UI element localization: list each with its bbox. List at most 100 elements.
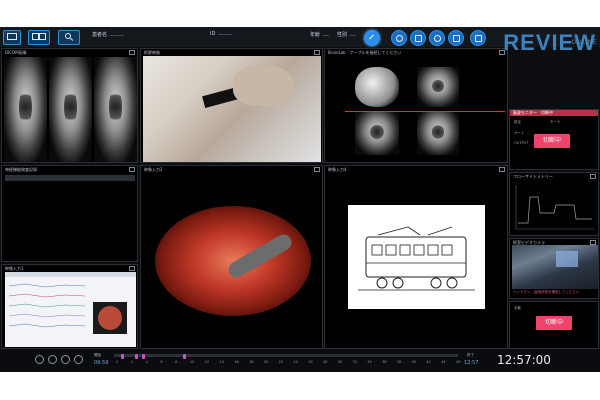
- waveform-graph: [5, 272, 136, 334]
- endoscope-panel[interactable]: 映像入力2: [140, 165, 323, 349]
- maximize-icon[interactable]: [314, 50, 320, 55]
- operation-field-video: [143, 56, 321, 162]
- schematic-image: [348, 205, 485, 309]
- rewind-icon[interactable]: [48, 355, 57, 364]
- settings-button[interactable]: [429, 30, 445, 46]
- timeline-tick-label: 6: [160, 360, 163, 364]
- info-button[interactable]: [448, 30, 464, 46]
- monitor-icon[interactable]: [3, 30, 21, 45]
- camera-note: ヘッドホン 接続状態を確認してください: [513, 290, 580, 294]
- panel-title: 脳波モニター 切断中: [513, 110, 553, 115]
- panel-title: DICOM画像: [5, 50, 27, 55]
- maximize-icon[interactable]: [129, 167, 135, 172]
- maximize-icon[interactable]: [129, 50, 135, 55]
- timeline-tick-label: 18: [249, 360, 254, 364]
- timeline-tick-label: 44: [441, 360, 446, 364]
- timeline-tick-label: 20: [263, 360, 269, 364]
- maximize-icon[interactable]: [129, 266, 135, 271]
- end-time: 12:57: [464, 360, 479, 366]
- timeline-tick-label: 12: [204, 360, 210, 364]
- field-label: 設定: [514, 120, 521, 124]
- current-time-clock: 12:57:00: [497, 353, 551, 367]
- timeline-tick-label: 34: [367, 360, 372, 364]
- train-drawing: [358, 226, 475, 291]
- monitor-panel[interactable]: 映像入力1: [1, 264, 138, 349]
- pen-tool-button[interactable]: [364, 30, 380, 46]
- surgical-instrument: [225, 231, 295, 281]
- add-marker-icon[interactable]: [74, 355, 83, 364]
- trend-graph: [515, 185, 594, 230]
- timeline-tick-label: 16: [234, 360, 239, 364]
- room-camera-panel[interactable]: 術室ビデオカメラ ヘッドホン 接続状態を確認してください: [509, 238, 599, 299]
- disconnected-button-2[interactable]: 切断中: [536, 316, 572, 330]
- log-header-bar: [5, 175, 135, 181]
- operation-field-panel[interactable]: 術野映像: [140, 48, 323, 163]
- timeline-tick-label: 10: [189, 360, 195, 364]
- brainlab-panel[interactable]: BrainLab ケーブルを接続してください: [324, 48, 508, 163]
- age-field[interactable]: 年齢: [310, 31, 330, 38]
- playback-bar: 開始 09:59 0 2 4 6 8 10 12 14 16 18 20 22 24 26 28 30 32 34…: [0, 350, 600, 372]
- user-search-icon[interactable]: [58, 30, 80, 45]
- timeline-marker[interactable]: [182, 354, 186, 359]
- panel-title: BrainLab ケーブルを接続してください: [328, 50, 402, 55]
- field-label: OUTPUT: [514, 141, 529, 145]
- end-label: 終了: [467, 353, 474, 357]
- mri-sagittal-image: [94, 57, 137, 162]
- layout-icon[interactable]: [28, 30, 50, 45]
- brainlab-slice-1: [417, 67, 459, 107]
- id-field[interactable]: ID: [210, 31, 233, 37]
- timeline-marker[interactable]: [141, 354, 145, 359]
- timeline-tick-label: 2: [130, 360, 134, 364]
- timeline-marker[interactable]: [120, 354, 124, 359]
- pulse-panel[interactable]: 手動 切断中: [509, 301, 599, 349]
- start-label: 開始: [94, 353, 101, 357]
- timeline-marker[interactable]: [134, 354, 138, 359]
- timeline-tick-label: 40: [411, 360, 417, 364]
- timeline-tick-label: 42: [426, 360, 431, 364]
- trend-panel[interactable]: フローサイトメトリー: [509, 172, 599, 236]
- mri-coronal-image: [49, 57, 92, 162]
- surgery-review-app: 患者名 ID 年齢 性別 ONLINE DICOM画像 術野映像 BrainLa…: [0, 27, 600, 372]
- timeline-tick-label: 4: [145, 360, 148, 364]
- panel-title: 映像入力4: [328, 167, 347, 172]
- crosshair-line: [345, 111, 505, 112]
- review-label: REVIEW: [503, 30, 596, 55]
- timeline-track[interactable]: [114, 354, 458, 359]
- monitor-shape: [556, 251, 578, 267]
- timeline-tick-label: 14: [219, 360, 224, 364]
- panel-title: フローサイトメトリー: [513, 174, 553, 179]
- brainlab-slice-3: [417, 111, 459, 155]
- disconnected-button[interactable]: 切断中: [534, 134, 570, 148]
- brainlab-slice-2: [355, 111, 399, 155]
- sex-field[interactable]: 性別: [337, 31, 357, 38]
- timeline-tick-label: 8: [175, 360, 178, 364]
- mri-axial-image: [4, 57, 47, 162]
- endoscope-video: [155, 206, 311, 316]
- patient-name-field[interactable]: 患者名: [92, 31, 125, 38]
- export-button[interactable]: [470, 30, 486, 46]
- timeline-tick-label: 26: [308, 360, 313, 364]
- maximize-icon[interactable]: [590, 174, 596, 179]
- schematic-panel[interactable]: 映像入力4: [324, 165, 508, 349]
- panel-title: 映像入力2: [144, 167, 163, 172]
- timeline-tick-label: 28: [322, 360, 328, 364]
- maximize-icon[interactable]: [314, 167, 320, 172]
- hand-shape: [233, 66, 293, 106]
- status-panel[interactable]: 脳波モニター 切断中 設定 モード オート OUTPUT 切断中: [509, 109, 599, 170]
- panel-title: 神経機能検査記録: [5, 167, 37, 172]
- timeline-tick-label: 24: [293, 360, 298, 364]
- timeline-tick-label: 22: [278, 360, 284, 364]
- timeline-tick-label: 32: [352, 360, 357, 364]
- field-label: モード: [550, 120, 561, 124]
- record-button[interactable]: [391, 30, 407, 46]
- timeline-tick-label: 38: [396, 360, 402, 364]
- snapshot-button[interactable]: [410, 30, 426, 46]
- vitals-log-panel[interactable]: 神経機能検査記録: [1, 165, 138, 262]
- skip-back-icon[interactable]: [35, 355, 44, 364]
- room-camera-video: [512, 245, 598, 289]
- dicom-panel[interactable]: DICOM画像: [1, 48, 138, 163]
- play-icon[interactable]: [61, 355, 70, 364]
- brain-3d-render: [355, 67, 399, 107]
- maximize-icon[interactable]: [499, 167, 505, 172]
- start-time: 09:59: [94, 360, 109, 366]
